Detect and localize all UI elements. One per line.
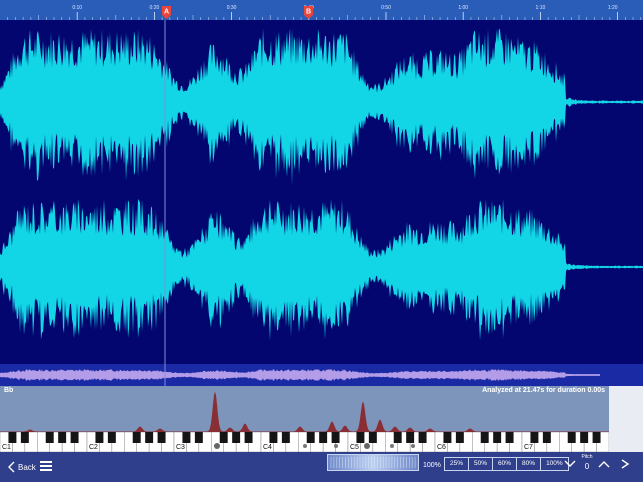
piano-octave-label: C7: [524, 444, 533, 451]
chevron-left-icon: [8, 461, 15, 473]
piano-black-key[interactable]: [368, 432, 377, 443]
time-ruler[interactable]: 0:100:200:300:400:501:001:101:20 A B: [0, 0, 643, 20]
detected-note-dot: [334, 444, 338, 448]
detected-note-dot: [390, 444, 394, 448]
audio-player-app: 0:100:200:300:400:501:001:101:20 A B Bb: [0, 0, 643, 482]
piano-black-key[interactable]: [319, 432, 328, 443]
piano-black-key[interactable]: [70, 432, 79, 443]
marker-b-label: B: [306, 9, 311, 16]
waveform-channel-right: [0, 198, 643, 341]
piano-octave-label: C6: [437, 444, 446, 451]
piano-octave-label: C5: [350, 444, 359, 451]
ruler-tick-label: 0:20: [150, 5, 160, 11]
piano-black-key[interactable]: [455, 432, 464, 443]
ruler-tick-label: 1:00: [458, 5, 468, 11]
detected-note-dot: [411, 444, 415, 448]
play-icon: [621, 459, 630, 469]
piano-black-key[interactable]: [182, 432, 191, 443]
spectrum-svg: [0, 391, 609, 432]
speed-slider-graphic: [330, 457, 416, 468]
time-ruler-svg: 0:100:200:300:400:501:001:101:20 A B: [7, 5, 642, 20]
piano-black-key[interactable]: [331, 432, 340, 443]
zoom-buttons: 25% 50% 60% 80% 100%: [444, 457, 569, 471]
piano-black-key[interactable]: [145, 432, 154, 443]
waveform-svg: [0, 20, 643, 364]
ruler-tick-label: 0:30: [227, 5, 237, 11]
piano-black-key[interactable]: [157, 432, 166, 443]
back-label: Back: [18, 462, 36, 472]
marker-b[interactable]: B: [304, 6, 313, 19]
piano-octave-label: C2: [89, 444, 98, 451]
overview-strip[interactable]: [0, 364, 643, 386]
piano-black-key[interactable]: [592, 432, 601, 443]
piano-black-key[interactable]: [58, 432, 67, 443]
spectrum-side-panel: [609, 386, 643, 452]
zoom-25-button[interactable]: 25%: [445, 458, 470, 470]
ruler-tick-label: 0:10: [72, 5, 82, 11]
speed-slider[interactable]: [327, 454, 419, 471]
piano-black-key[interactable]: [406, 432, 415, 443]
chevron-up-icon: [598, 461, 610, 468]
pitch-up-button[interactable]: [598, 457, 610, 471]
piano-black-key[interactable]: [244, 432, 253, 443]
piano-black-key[interactable]: [269, 432, 278, 443]
zoom-percent: 100%: [423, 461, 441, 469]
piano-black-key[interactable]: [20, 432, 29, 443]
play-button[interactable]: [620, 457, 630, 471]
piano-black-key[interactable]: [306, 432, 315, 443]
overview-waveform: [0, 369, 600, 381]
pitch-label: Pitch: [581, 454, 593, 460]
piano-black-key[interactable]: [107, 432, 116, 443]
piano-octave-label: C1: [2, 444, 11, 451]
piano-black-key[interactable]: [480, 432, 489, 443]
waveform-channel-left: [0, 28, 643, 186]
piano-black-key[interactable]: [219, 432, 228, 443]
piano-black-key[interactable]: [567, 432, 576, 443]
waveform-view[interactable]: [0, 20, 643, 364]
piano-keyboard[interactable]: C1 C2 C3 C4 C5 C6 C7: [0, 431, 610, 453]
piano-black-key[interactable]: [418, 432, 427, 443]
piano-black-key[interactable]: [493, 432, 502, 443]
piano-black-key[interactable]: [443, 432, 452, 443]
zoom-60-button[interactable]: 60%: [493, 458, 518, 470]
piano-black-key[interactable]: [393, 432, 402, 443]
overview-svg: [0, 364, 600, 386]
piano-octave-label: C3: [176, 444, 185, 451]
pitch-control: Pitch 0: [579, 454, 595, 471]
piano-black-key[interactable]: [580, 432, 589, 443]
back-button[interactable]: Back: [8, 459, 36, 475]
piano-black-key[interactable]: [95, 432, 104, 443]
piano-black-key[interactable]: [232, 432, 241, 443]
piano-black-key[interactable]: [542, 432, 551, 443]
ruler-tick-label: 0:50: [381, 5, 391, 11]
spectrum-analyzer: Bb Analyzed at 21.47s for duration 0.00s: [0, 386, 609, 432]
piano-keyboard-svg: C1 C2 C3 C4 C5 C6 C7: [0, 431, 610, 453]
zoom-50-button[interactable]: 50%: [469, 458, 494, 470]
piano-black-key[interactable]: [132, 432, 141, 443]
pitch-value: 0: [584, 462, 590, 471]
menu-icon[interactable]: [40, 461, 52, 471]
pitch-down-button[interactable]: [564, 457, 576, 471]
ruler-tick-label: 1:10: [536, 5, 546, 11]
detected-note-dot: [364, 443, 370, 449]
piano-black-key[interactable]: [530, 432, 539, 443]
piano-black-key[interactable]: [194, 432, 203, 443]
piano-black-key[interactable]: [356, 432, 365, 443]
detected-note-dot: [214, 443, 220, 449]
ruler-tick-label: 1:20: [608, 5, 618, 11]
piano-octave-label: C4: [263, 444, 272, 451]
chevron-down-icon: [564, 460, 576, 467]
marker-a-label: A: [164, 9, 169, 16]
spectrum-peaks: [0, 391, 609, 432]
piano-black-key[interactable]: [281, 432, 290, 443]
detected-note-dot: [303, 444, 307, 448]
zoom-80-button[interactable]: 80%: [517, 458, 542, 470]
piano-black-key[interactable]: [8, 432, 17, 443]
piano-black-key[interactable]: [505, 432, 514, 443]
bottom-toolbar: Back 100% 25% 50% 60% 80% 100% Pitch 0: [0, 452, 643, 482]
piano-black-key[interactable]: [45, 432, 54, 443]
